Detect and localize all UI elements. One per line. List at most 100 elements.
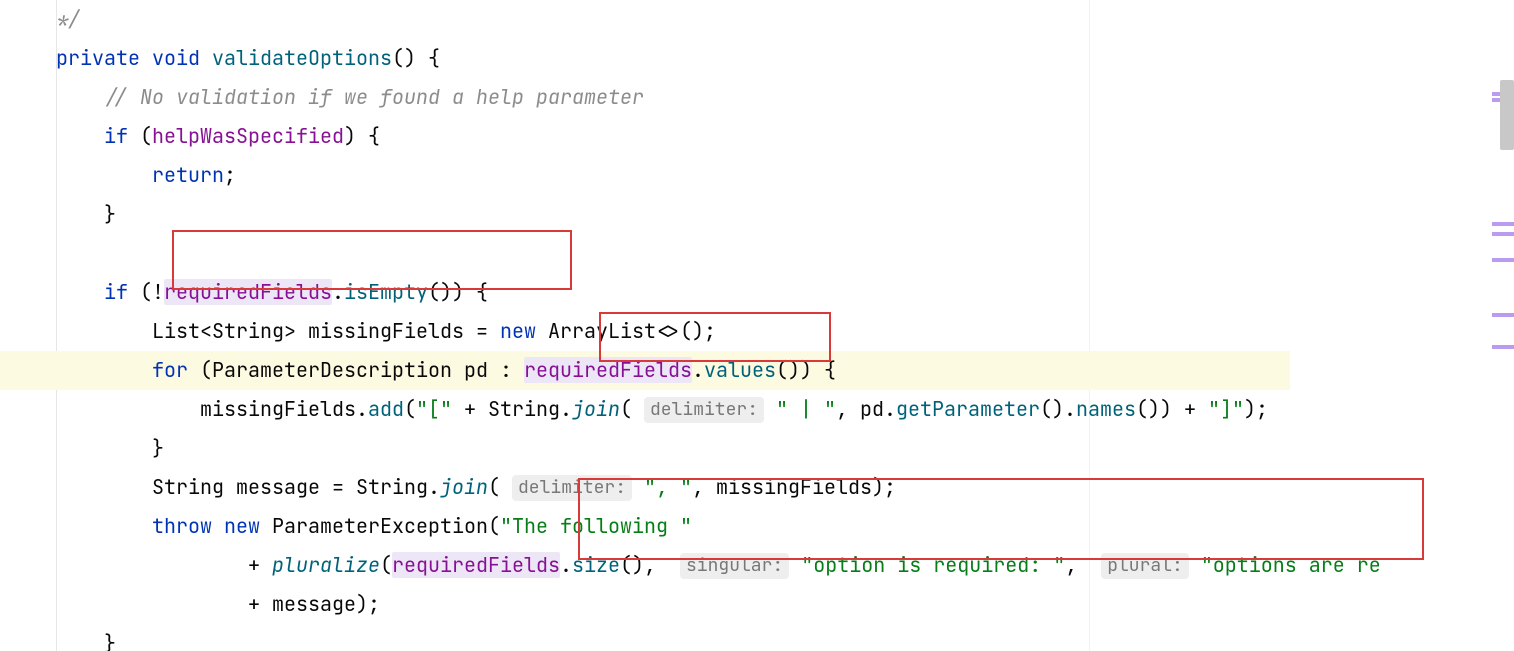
punct: ( bbox=[680, 318, 692, 344]
code-line[interactable]: throw new ParameterException("The follow… bbox=[0, 507, 1290, 546]
method-call: add bbox=[368, 396, 404, 422]
keyword: new bbox=[500, 318, 536, 344]
punct: . bbox=[884, 396, 896, 422]
variable: pd bbox=[464, 357, 488, 383]
type: ParameterDescription bbox=[212, 357, 452, 383]
punct: ; bbox=[368, 591, 380, 617]
code-line[interactable]: return; bbox=[0, 156, 1290, 195]
code-line[interactable]: */ bbox=[0, 0, 1290, 39]
punct: + bbox=[464, 396, 476, 422]
punct: { bbox=[428, 45, 440, 71]
punct: ) bbox=[632, 552, 644, 578]
punct: < bbox=[200, 318, 212, 344]
comment-text: // No validation if we found a help para… bbox=[104, 84, 644, 110]
punct: ) bbox=[1052, 396, 1064, 422]
type: String bbox=[212, 318, 284, 344]
code-editor[interactable]: */ private void validateOptions() { // N… bbox=[0, 0, 1290, 651]
code-line[interactable]: + message); bbox=[0, 585, 1290, 624]
type: String bbox=[488, 396, 560, 422]
type: ArrayList bbox=[548, 318, 656, 344]
punct: . bbox=[1064, 396, 1076, 422]
punct: { bbox=[824, 357, 836, 383]
variable: missingFields bbox=[308, 318, 464, 344]
type: ParameterException bbox=[272, 513, 488, 539]
punct: = bbox=[464, 318, 500, 344]
code-line[interactable]: } bbox=[0, 429, 1290, 468]
code-line[interactable]: if (helpWasSpecified) { bbox=[0, 117, 1290, 156]
code-line[interactable]: + pluralize(requiredFields.size(), singu… bbox=[0, 546, 1290, 585]
punct: ( bbox=[200, 357, 212, 383]
punct: ; bbox=[224, 162, 236, 188]
punct: ( bbox=[620, 396, 632, 422]
comment-text: */ bbox=[56, 6, 80, 32]
punct: ) bbox=[692, 318, 704, 344]
keyword: return bbox=[152, 162, 224, 188]
punct: ) bbox=[440, 279, 452, 305]
field-ref: requiredFields bbox=[524, 357, 692, 383]
punct: ( bbox=[392, 45, 404, 71]
code-line[interactable]: if (!requiredFields.isEmpty()) { bbox=[0, 273, 1290, 312]
punct: ; bbox=[704, 318, 716, 344]
scrollbar-thumb[interactable] bbox=[1500, 80, 1514, 150]
string-literal: "option is required: " bbox=[801, 552, 1065, 578]
method-call: join bbox=[572, 396, 620, 422]
type: List bbox=[152, 318, 200, 344]
scrollbar-track[interactable] bbox=[1500, 0, 1514, 651]
punct: ( bbox=[620, 552, 632, 578]
code-line[interactable]: private void validateOptions() { bbox=[0, 39, 1290, 78]
field-ref: requiredFields bbox=[392, 552, 560, 578]
punct: { bbox=[476, 279, 488, 305]
keyword: for bbox=[152, 357, 188, 383]
string-literal: ", " bbox=[644, 474, 692, 500]
punct: . bbox=[560, 396, 572, 422]
code-line[interactable]: missingFields.add("[" + String.join( del… bbox=[0, 390, 1290, 429]
variable: message bbox=[236, 474, 320, 500]
keyword: new bbox=[224, 513, 260, 539]
punct: ) bbox=[1160, 396, 1172, 422]
punct: > bbox=[284, 318, 296, 344]
punct: ) bbox=[788, 357, 800, 383]
variable: pd bbox=[860, 396, 884, 422]
keyword: if bbox=[104, 123, 128, 149]
method-call: names bbox=[1076, 396, 1136, 422]
code-line[interactable]: for (ParameterDescription pd : requiredF… bbox=[0, 351, 1290, 390]
method-name: validateOptions bbox=[212, 45, 392, 71]
punct: } bbox=[104, 630, 116, 651]
string-literal: "[" bbox=[416, 396, 452, 422]
punct: ) bbox=[344, 123, 356, 149]
punct: , bbox=[836, 396, 860, 422]
punct: <> bbox=[656, 318, 680, 344]
punct: ) bbox=[1148, 396, 1160, 422]
code-line[interactable]: String message = String.join( delimiter:… bbox=[0, 468, 1290, 507]
code-line[interactable]: List<String> missingFields = new ArrayLi… bbox=[0, 312, 1290, 351]
method-call: join bbox=[440, 474, 488, 500]
code-line[interactable] bbox=[0, 234, 1290, 273]
string-literal: "]" bbox=[1208, 396, 1244, 422]
code-line[interactable]: } bbox=[0, 624, 1290, 651]
code-line[interactable]: } bbox=[0, 195, 1290, 234]
punct: + bbox=[1184, 396, 1196, 422]
string-literal: "options bbox=[1201, 552, 1297, 578]
method-call: size bbox=[572, 552, 620, 578]
punct: ) bbox=[356, 591, 368, 617]
code-line[interactable]: // No validation if we found a help para… bbox=[0, 78, 1290, 117]
punct: ) bbox=[800, 357, 812, 383]
keyword: if bbox=[104, 279, 128, 305]
string-literal: " | " bbox=[776, 396, 836, 422]
punct: , bbox=[1065, 552, 1089, 578]
punct: ( bbox=[488, 474, 500, 500]
punct: . bbox=[560, 552, 572, 578]
punct: ( bbox=[776, 357, 788, 383]
method-call: isEmpty bbox=[344, 279, 428, 305]
variable: message bbox=[272, 591, 356, 617]
punct: ) bbox=[404, 45, 416, 71]
punct: ! bbox=[152, 279, 164, 305]
punct: ( bbox=[1040, 396, 1052, 422]
variable: missingFields bbox=[200, 396, 356, 422]
type: String bbox=[152, 474, 224, 500]
punct: { bbox=[368, 123, 380, 149]
punct: , bbox=[644, 552, 668, 578]
punct: ) bbox=[452, 279, 464, 305]
field-ref: requiredFields bbox=[164, 279, 332, 305]
punct: } bbox=[152, 435, 164, 461]
